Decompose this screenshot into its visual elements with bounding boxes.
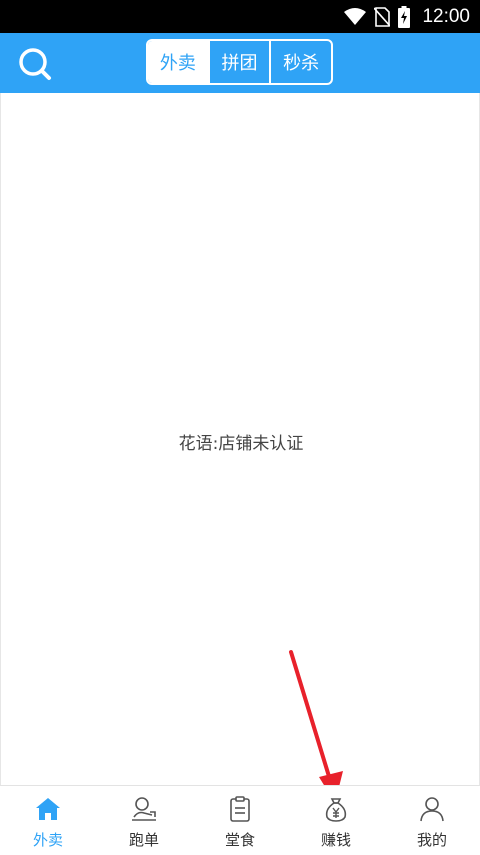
- nav-label-takeout: 外卖: [32, 831, 63, 849]
- search-icon: [19, 48, 51, 80]
- courier-icon: [132, 797, 156, 821]
- header-bar: 外卖 拼团 秒杀: [0, 33, 480, 93]
- nav-item-profile[interactable]: 我的: [384, 786, 480, 855]
- bottom-nav: 外卖 跑单 堂食 赚钱 我的: [0, 785, 480, 855]
- user-icon: [420, 797, 444, 822]
- wifi-icon: [344, 7, 367, 25]
- tab-flash-sale[interactable]: 秒杀: [269, 41, 331, 83]
- status-time: 12:00: [422, 5, 470, 27]
- tab-takeout[interactable]: 外卖: [148, 41, 208, 83]
- nav-item-takeout[interactable]: 外卖: [0, 786, 96, 855]
- nav-item-errand[interactable]: 跑单: [96, 786, 192, 855]
- status-bar: 12:00: [0, 0, 480, 33]
- nav-item-earn-money[interactable]: 赚钱: [288, 786, 384, 855]
- nav-label-errand: 跑单: [128, 831, 159, 849]
- nav-item-dine-in[interactable]: 堂食: [192, 786, 288, 855]
- clipboard-icon: [230, 796, 250, 822]
- home-icon: [36, 798, 60, 820]
- status-icons: 12:00: [344, 0, 470, 33]
- money-bag-icon: [325, 798, 347, 822]
- main-content: 花语:店铺未认证: [0, 93, 480, 785]
- nav-label-dine-in: 堂食: [224, 831, 255, 849]
- battery-charging-icon: [398, 5, 411, 28]
- tab-group-buy[interactable]: 拼团: [207, 41, 270, 83]
- category-tabs: 外卖 拼团 秒杀: [146, 39, 333, 85]
- nav-label-earn-money: 赚钱: [320, 831, 351, 849]
- store-status-message: 花语:店铺未认证: [178, 434, 304, 454]
- no-sim-icon: [374, 6, 391, 27]
- search-button[interactable]: [17, 46, 53, 82]
- nav-label-profile: 我的: [416, 831, 447, 849]
